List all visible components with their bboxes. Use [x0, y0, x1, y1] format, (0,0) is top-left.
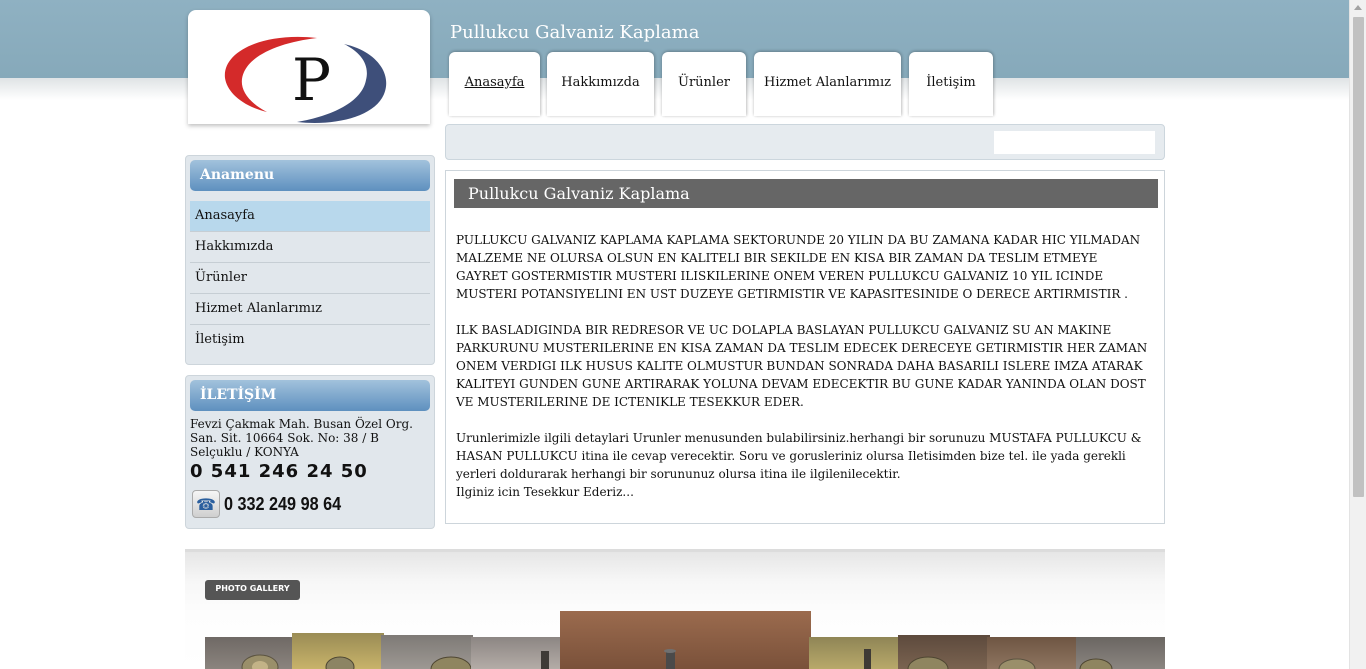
tab-iletisim[interactable]: İletişim [909, 52, 993, 116]
content-paragraph: ILK BASLADIGINDA BIR REDRESOR VE UC DOLA… [456, 323, 1148, 409]
contact-address: Fevzi Çakmak Mah. Busan Özel Org. San. S… [190, 417, 413, 459]
gallery-photo[interactable] [205, 637, 295, 669]
sidebar-item-hakkimizda[interactable]: Hakkımızda [190, 232, 430, 263]
content-heading: Pullukcu Galvaniz Kaplama [454, 179, 1158, 208]
scrollbar-thumb[interactable] [1353, 17, 1364, 497]
gallery-photo-featured[interactable] [560, 611, 811, 669]
menu-box-title: Anamenu [190, 160, 430, 191]
landline-phone: 0 332 249 98 64 [224, 493, 342, 514]
main-menu-box: Anamenu Anasayfa Hakkımızda Ürünler Hizm… [185, 155, 435, 365]
content-paragraph: Urunlerimizle ilgili detaylari Urunler m… [456, 431, 1142, 499]
sidebar-item-hizmet-alanlarimiz[interactable]: Hizmet Alanlarımız [190, 294, 430, 325]
telephone-icon: ☎ [192, 490, 220, 518]
gallery-photo[interactable] [809, 637, 901, 669]
tab-hizmet-alanlarimiz[interactable]: Hizmet Alanlarımız [754, 52, 901, 116]
logo[interactable]: P [188, 10, 430, 124]
contact-box: İLETİŞİM Fevzi Çakmak Mah. Busan Özel Or… [185, 375, 435, 529]
gallery-photo[interactable] [898, 635, 990, 669]
svg-text:P: P [292, 46, 331, 114]
tab-hakkimizda[interactable]: Hakkımızda [547, 52, 654, 116]
site-title: Pullukcu Galvaniz Kaplama [450, 22, 700, 43]
search-input[interactable] [994, 131, 1155, 154]
gallery-photo[interactable] [292, 633, 384, 669]
sidebar-item-iletisim[interactable]: İletişim [190, 325, 430, 356]
content-body: PULLUKCU GALVANIZ KAPLAMA KAPLAMA SEKTOR… [456, 231, 1152, 501]
tab-anasayfa[interactable]: Anasayfa [449, 52, 540, 116]
p-ellipse-logo-icon: P [224, 36, 387, 123]
photo-gallery-badge[interactable]: PHOTO GALLERY [205, 580, 300, 600]
content-paragraph: PULLUKCU GALVANIZ KAPLAMA KAPLAMA SEKTOR… [456, 233, 1141, 301]
search-bar [445, 124, 1165, 160]
landline-row: ☎ 0 332 249 98 64 [192, 488, 430, 520]
main-content: Pullukcu Galvaniz Kaplama PULLUKCU GALVA… [445, 170, 1165, 524]
scroll-up-arrow-icon[interactable] [1354, 5, 1362, 10]
tab-urunler[interactable]: Ürünler [662, 52, 746, 116]
gallery-photo[interactable] [1076, 637, 1165, 669]
photo-gallery: PHOTO GALLERY [185, 549, 1165, 669]
mobile-phone: 0 541 246 24 50 [190, 461, 368, 482]
sidebar-item-anasayfa[interactable]: Anasayfa [190, 201, 430, 232]
contact-box-title: İLETİŞİM [190, 380, 430, 411]
gallery-photo[interactable] [381, 635, 473, 669]
gallery-photo[interactable] [471, 637, 563, 669]
gallery-photo[interactable] [987, 637, 1079, 669]
sidebar-menu: Anasayfa Hakkımızda Ürünler Hizmet Alanl… [190, 201, 430, 356]
page-scrollbar[interactable] [1349, 0, 1366, 669]
sidebar-item-urunler[interactable]: Ürünler [190, 263, 430, 294]
